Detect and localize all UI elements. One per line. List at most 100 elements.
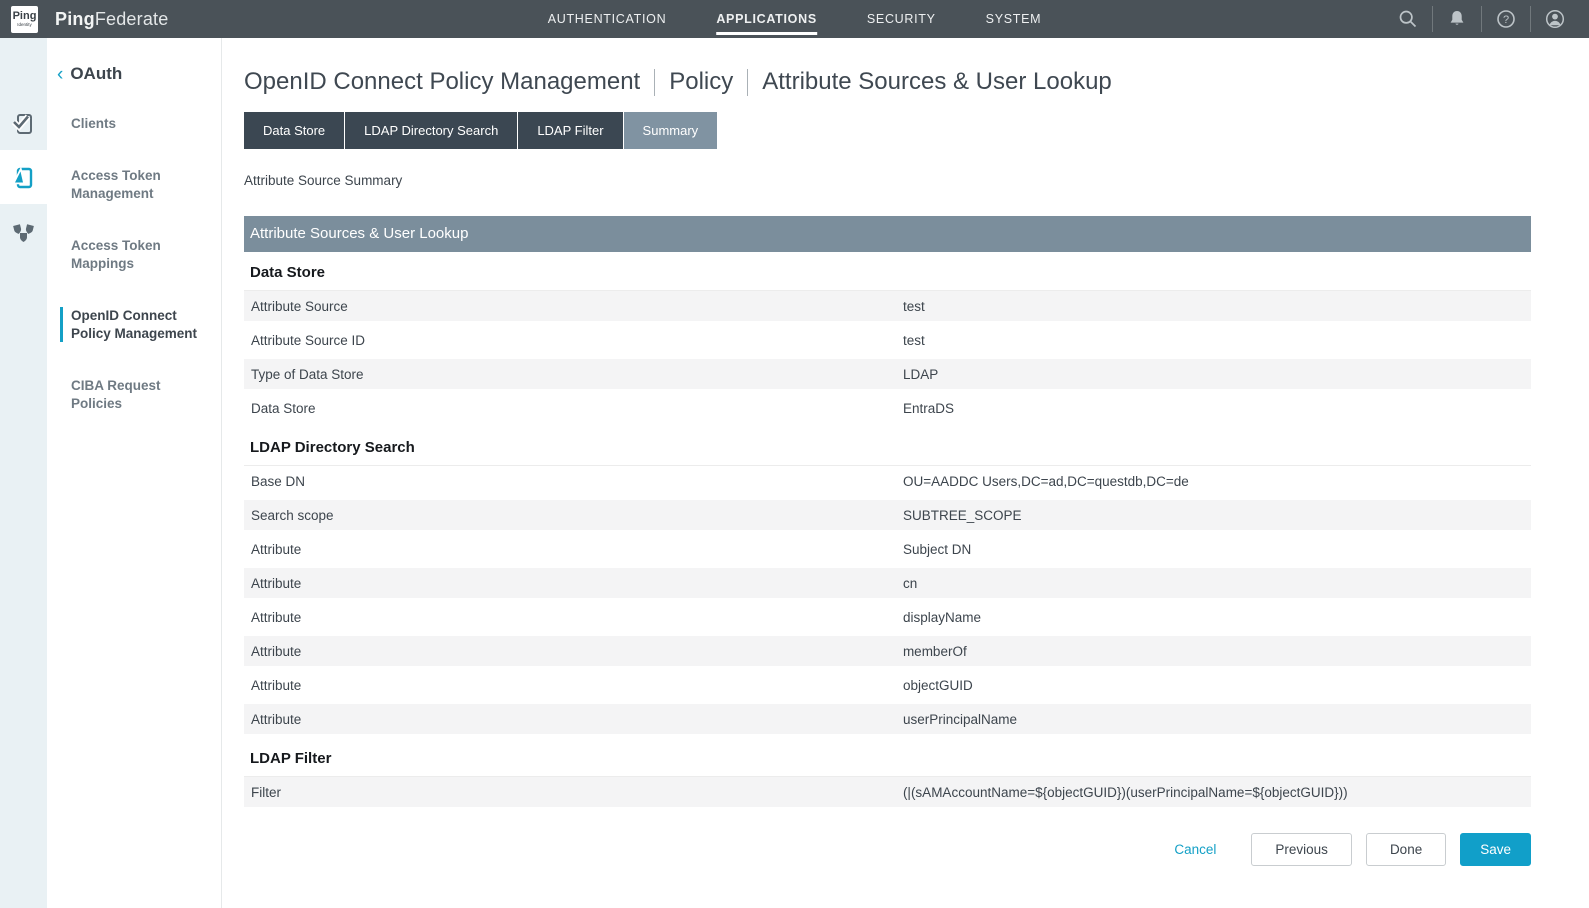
row-value: (|(sAMAccountName=${objectGUID})(userPri… [903, 785, 1531, 800]
table-row: Type of Data StoreLDAP [244, 359, 1531, 389]
row-label: Attribute Source [244, 299, 903, 314]
top-nav: AUTHENTICATION APPLICATIONS SECURITY SYSTEM [548, 0, 1042, 38]
tab-data-store[interactable]: Data Store [244, 112, 344, 149]
row-value: LDAP [903, 367, 1531, 382]
footer-actions: Cancel Previous Done Save [244, 833, 1531, 866]
tab-ldap-directory-search[interactable]: LDAP Directory Search [345, 112, 517, 149]
table-row: Attribute Source IDtest [244, 325, 1531, 355]
tab-summary[interactable]: Summary [624, 112, 718, 149]
breadcrumb-divider [747, 69, 748, 96]
breadcrumb-divider [654, 69, 655, 96]
row-value: SUBTREE_SCOPE [903, 508, 1531, 523]
summary-table-header: Attribute Sources & User Lookup [244, 216, 1531, 252]
table-row: Search scopeSUBTREE_SCOPE [244, 500, 1531, 530]
sidebar-menu: ‹ OAuth Clients Access Token Management Ac… [47, 38, 221, 908]
sidebar-back-oauth[interactable]: ‹ OAuth [57, 64, 211, 84]
row-label: Attribute [244, 712, 903, 727]
breadcrumb-segment: OpenID Connect Policy Management [244, 68, 640, 96]
row-label: Search scope [244, 508, 903, 523]
ping-logo-subtext: Identity [17, 23, 32, 28]
brand-title-bold: Ping [55, 9, 95, 29]
cancel-link[interactable]: Cancel [1174, 842, 1216, 857]
nav-item-authentication[interactable]: AUTHENTICATION [548, 0, 667, 38]
table-row: Attribute Sourcetest [244, 291, 1531, 321]
row-label: Base DN [244, 474, 903, 489]
row-value: displayName [903, 610, 1531, 625]
row-value: EntraDS [903, 401, 1531, 416]
help-icon[interactable]: ? [1495, 8, 1517, 30]
row-label: Attribute [244, 610, 903, 625]
search-icon[interactable] [1397, 8, 1419, 30]
summary-table: Data StoreAttribute SourcetestAttribute … [244, 252, 1531, 807]
sidebar-item-clients[interactable]: Clients [71, 115, 209, 133]
table-row: AttributeSubject DN [244, 534, 1531, 564]
top-bar-icons: ? [1384, 0, 1579, 38]
table-row: AttributeobjectGUID [244, 670, 1531, 700]
ping-logo: Ping Identity [11, 6, 38, 33]
row-value: objectGUID [903, 678, 1531, 693]
sidebar-item-access-token-mappings[interactable]: Access Token Mappings [71, 237, 209, 273]
topbar-divider [1481, 6, 1482, 32]
rail-item-approvals[interactable] [0, 96, 47, 150]
row-label: Data Store [244, 401, 903, 416]
access-token-icon [10, 164, 37, 191]
mappings-icon [10, 218, 37, 245]
row-value: Subject DN [903, 542, 1531, 557]
row-label: Filter [244, 785, 903, 800]
sidebar-items: Clients Access Token Management Access Tok… [47, 115, 221, 413]
breadcrumb: OpenID Connect Policy Management Policy At… [244, 68, 1531, 96]
table-row: AttributedisplayName [244, 602, 1531, 632]
page-subtitle: Attribute Source Summary [244, 173, 1531, 188]
sidebar-item-ciba-request-policies[interactable]: CIBA Request Policies [71, 377, 209, 413]
approvals-icon [10, 110, 37, 137]
breadcrumb-segment: Attribute Sources & User Lookup [762, 68, 1112, 96]
table-row: Base DNOU=AADDC Users,DC=ad,DC=questdb,D… [244, 466, 1531, 496]
row-value: memberOf [903, 644, 1531, 659]
sidebar-back-label: OAuth [70, 64, 122, 84]
chevron-left-icon: ‹ [57, 65, 63, 84]
previous-button[interactable]: Previous [1251, 833, 1352, 866]
ping-logo-text: Ping [13, 11, 37, 22]
table-row: Attributecn [244, 568, 1531, 598]
sidebar-icon-rail [0, 38, 47, 908]
row-value: test [903, 299, 1531, 314]
main-content: OpenID Connect Policy Management Policy At… [223, 38, 1589, 908]
account-icon[interactable] [1544, 8, 1566, 30]
notifications-icon[interactable] [1446, 8, 1468, 30]
sidebar: ‹ OAuth Clients Access Token Management Ac… [0, 38, 222, 908]
svg-text:?: ? [1503, 14, 1509, 26]
nav-item-applications[interactable]: APPLICATIONS [716, 0, 817, 38]
row-value: userPrincipalName [903, 712, 1531, 727]
section-heading-ldap-filter: LDAP Filter [244, 738, 1531, 777]
brand-title: PingFederate [55, 9, 168, 30]
save-button[interactable]: Save [1460, 833, 1531, 866]
top-bar: Ping Identity PingFederate AUTHENTICATIO… [0, 0, 1589, 38]
row-value: test [903, 333, 1531, 348]
sidebar-item-access-token-management[interactable]: Access Token Management [71, 167, 209, 203]
topbar-divider [1432, 6, 1433, 32]
section-heading-ldap-directory-search: LDAP Directory Search [244, 427, 1531, 466]
row-label: Attribute [244, 542, 903, 557]
row-label: Attribute Source ID [244, 333, 903, 348]
section-heading-data-store: Data Store [244, 252, 1531, 291]
row-label: Type of Data Store [244, 367, 903, 382]
nav-item-system[interactable]: SYSTEM [986, 0, 1042, 38]
table-row: Filter(|(sAMAccountName=${objectGUID})(u… [244, 777, 1531, 807]
nav-item-security[interactable]: SECURITY [867, 0, 936, 38]
table-row: Data StoreEntraDS [244, 393, 1531, 423]
row-label: Attribute [244, 678, 903, 693]
row-label: Attribute [244, 576, 903, 591]
wizard-tabs: Data StoreLDAP Directory SearchLDAP Filt… [244, 112, 1531, 149]
rail-item-access-token[interactable] [0, 150, 47, 204]
row-value: cn [903, 576, 1531, 591]
sidebar-item-openid-connect-policy-management[interactable]: OpenID Connect Policy Management [71, 307, 209, 343]
topbar-divider [1530, 6, 1531, 32]
brand-title-light: Federate [95, 9, 169, 29]
tab-ldap-filter[interactable]: LDAP Filter [518, 112, 622, 149]
table-row: AttributememberOf [244, 636, 1531, 666]
rail-item-mappings[interactable] [0, 204, 47, 258]
row-label: Attribute [244, 644, 903, 659]
table-row: AttributeuserPrincipalName [244, 704, 1531, 734]
done-button[interactable]: Done [1366, 833, 1446, 866]
breadcrumb-segment: Policy [669, 68, 733, 96]
